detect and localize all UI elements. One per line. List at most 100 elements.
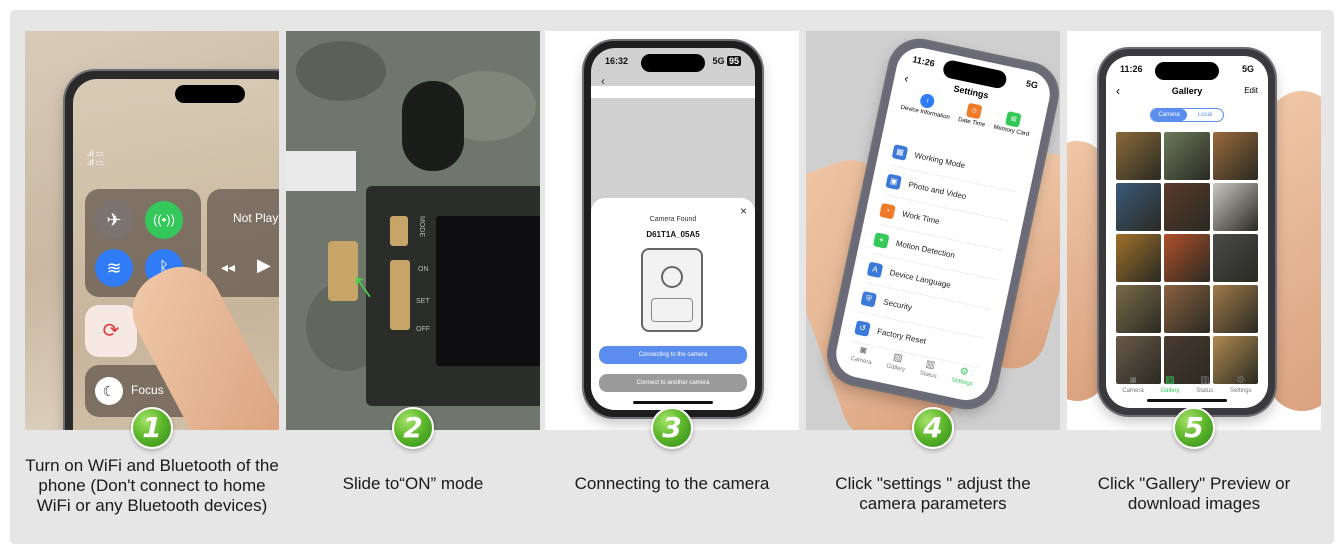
row-label: Device Language bbox=[888, 268, 952, 290]
step-5-caption: Click "Gallery" Preview or download imag… bbox=[1097, 474, 1291, 513]
tab-label: Camera bbox=[849, 355, 873, 367]
tab-status[interactable]: ▥ Status bbox=[919, 359, 939, 380]
clock: 11:26 bbox=[911, 54, 936, 69]
photo-thumbnail[interactable] bbox=[1116, 183, 1162, 231]
tab-label: Gallery bbox=[1160, 388, 1180, 394]
gallery-icon: ▨ bbox=[892, 351, 904, 365]
photo-thumbnail[interactable] bbox=[1212, 285, 1258, 333]
clock: 16:32 bbox=[605, 56, 629, 66]
step-5-image: 11:26 5G ‹ Gallery Edit Camera Local ◙ Ca… bbox=[1067, 31, 1321, 430]
off-label: OFF bbox=[416, 326, 430, 333]
row-label: Working Mode bbox=[913, 150, 966, 171]
info-icon: i bbox=[919, 92, 936, 110]
language-icon: A bbox=[866, 261, 884, 278]
network-label: 5G bbox=[1241, 64, 1254, 74]
step-4-badge: 4 bbox=[912, 407, 954, 449]
grid-icon: ▦ bbox=[891, 143, 909, 161]
photo-thumbnail[interactable] bbox=[1212, 234, 1258, 282]
step-1-image: .ıl ▭.ıl ▭ ✈ ((•)) ≋ ᛒ Not Play ◂◂ ▶ ⟳ ⧉… bbox=[25, 31, 279, 430]
wifi-icon[interactable]: ≋ bbox=[95, 249, 133, 287]
tab-status[interactable]: ▥ Status bbox=[1196, 375, 1214, 395]
camera-interior: MODE ON SET OFF bbox=[366, 186, 540, 406]
media-status: Not Play bbox=[233, 211, 279, 225]
tab-camera[interactable]: ◙ Camera bbox=[1122, 375, 1143, 395]
photo-thumbnail[interactable] bbox=[1212, 132, 1258, 180]
hand bbox=[1267, 91, 1321, 411]
reset-icon: ↺ bbox=[854, 319, 871, 337]
photo-thumbnail[interactable] bbox=[1164, 132, 1210, 180]
row-label: Photo and Video bbox=[907, 180, 968, 202]
tab-label: Gallery bbox=[885, 363, 906, 374]
row-label: Work Time bbox=[901, 209, 941, 227]
shield-icon: ⛨ bbox=[860, 290, 878, 308]
timer-icon: ◔ bbox=[879, 202, 896, 219]
clock: 11:26 bbox=[1120, 64, 1143, 74]
memory-card-item[interactable]: ▤ Memory Card bbox=[988, 109, 1033, 160]
edit-button[interactable]: Edit bbox=[1244, 86, 1258, 95]
network-label: 5G bbox=[712, 56, 725, 66]
photo-thumbnail[interactable] bbox=[1164, 234, 1210, 282]
connect-button[interactable]: Connecting to the camera bbox=[599, 346, 747, 364]
date-time-item[interactable]: ◷ Date Time bbox=[953, 101, 989, 150]
gallery-icon: ▨ bbox=[1165, 375, 1175, 386]
tab-label: Settings bbox=[950, 377, 974, 388]
source-segment: Camera Local bbox=[1150, 108, 1224, 122]
sheet-title: Camera Found bbox=[649, 216, 697, 223]
step-5-badge: 5 bbox=[1173, 407, 1215, 449]
segment-local[interactable]: Local bbox=[1187, 109, 1223, 121]
step-2-caption: Slide to“ON” mode bbox=[342, 474, 484, 493]
step-4-image: 11:26 5G ‹ Settings i Device Information … bbox=[806, 31, 1060, 430]
status-bar: 16:32 5G 95 bbox=[605, 56, 741, 66]
mode-button[interactable] bbox=[390, 216, 408, 246]
segment-camera[interactable]: Camera bbox=[1151, 109, 1187, 121]
status-bar: 11:26 5G bbox=[1120, 64, 1254, 74]
photo-thumbnail[interactable] bbox=[1116, 234, 1162, 282]
step-1-badge: 1 bbox=[131, 407, 173, 449]
airplane-mode-icon[interactable]: ✈ bbox=[95, 201, 133, 239]
row-label: Motion Detection bbox=[895, 238, 956, 261]
camera-icon: ◙ bbox=[1130, 375, 1137, 386]
dynamic-island bbox=[175, 85, 246, 103]
cellular-icon[interactable]: ((•)) bbox=[145, 201, 183, 239]
photo-grid bbox=[1116, 132, 1258, 384]
status-icon: ▥ bbox=[924, 358, 937, 372]
tab-label: Settings bbox=[1229, 388, 1252, 394]
step-2-badge: 2 bbox=[392, 407, 434, 449]
photo-thumbnail[interactable] bbox=[1164, 285, 1210, 333]
connect-other-button[interactable]: Connect to another camera bbox=[599, 374, 747, 392]
network-label: 5G bbox=[1025, 78, 1039, 91]
photo-thumbnail[interactable] bbox=[1212, 183, 1258, 231]
device-info-item[interactable]: i Device Information bbox=[895, 89, 953, 142]
tab-settings[interactable]: ⚙ Settings bbox=[1229, 375, 1252, 395]
rewind-icon[interactable]: ◂◂ bbox=[221, 259, 235, 276]
lens-hole bbox=[402, 81, 464, 171]
tab-label: Status bbox=[1196, 388, 1214, 394]
photo-thumbnail[interactable] bbox=[1164, 183, 1210, 231]
status-icon: ▥ bbox=[1199, 375, 1210, 386]
power-switch[interactable] bbox=[390, 260, 410, 330]
gear-icon: ⚙ bbox=[1236, 375, 1246, 386]
on-label: ON bbox=[418, 266, 429, 273]
rotation-lock-icon[interactable]: ⟳ bbox=[85, 305, 137, 357]
date-time-label: Date Time bbox=[957, 116, 986, 129]
step-4-caption: Click "settings " adjust the camera para… bbox=[835, 474, 1031, 513]
clock-icon: ◷ bbox=[965, 102, 983, 120]
photo-thumbnail[interactable] bbox=[1116, 132, 1162, 180]
camera-illustration bbox=[641, 248, 703, 332]
tab-camera[interactable]: ◙ Camera bbox=[850, 344, 875, 366]
step-2-image: MODE ON SET OFF ↑ bbox=[286, 31, 540, 430]
mode-label: MODE bbox=[418, 216, 425, 237]
tab-settings[interactable]: ⚙ Settings bbox=[950, 365, 976, 388]
photo-thumbnail[interactable] bbox=[1116, 285, 1162, 333]
memory-card-label: Memory Card bbox=[992, 124, 1030, 138]
home-indicator bbox=[633, 401, 713, 404]
step-3-caption: Connecting to the camera bbox=[574, 474, 770, 493]
set-label: SET bbox=[416, 298, 430, 305]
tab-gallery[interactable]: ▨ Gallery bbox=[886, 352, 908, 374]
row-label: Factory Reset bbox=[876, 326, 927, 346]
signal-icon: .ıl ▭ .ıl ▭ bbox=[87, 149, 104, 167]
play-icon[interactable]: ▶ bbox=[257, 255, 271, 276]
tab-gallery[interactable]: ▨ Gallery bbox=[1160, 375, 1180, 395]
tab-bar: ◙ Camera ▨ Gallery ▥ Status ⚙ Settings bbox=[1114, 375, 1260, 395]
photo-icon: ▣ bbox=[885, 173, 903, 190]
